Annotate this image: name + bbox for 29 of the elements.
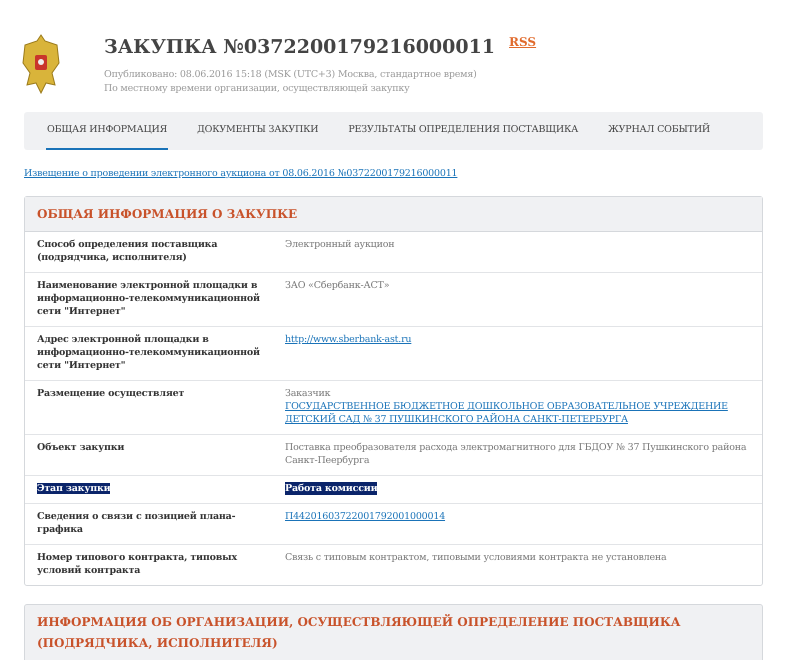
notice-link[interactable]: Извещение о проведении электронного аукциона от 08.06.2016 №0372200179216000011 (24, 168, 458, 179)
field-value: Электронный аукцион (285, 238, 394, 251)
value-link[interactable]: http://www.sberbank-ast.ru (285, 333, 412, 346)
field-value: Связь с типовым контрактом, типовыми условиями контракта не установлена (285, 551, 667, 564)
section-title: ОБЩАЯ ИНФОРМАЦИЯ О ЗАКУПКЕ (37, 206, 298, 223)
timezone-note: По местному времени организации, осуществляющей закупку (104, 82, 411, 96)
field-label: Сведения о связи с позицией плана-графика (37, 511, 236, 535)
eagle-emblem-icon (22, 33, 60, 95)
value-link[interactable]: П44201603722001792001000014 (285, 510, 446, 523)
field-value: Заказчик (285, 387, 330, 400)
rss-link[interactable]: RSS (509, 33, 536, 51)
value-link[interactable]: ГОСУДАРСТВЕННОЕ БЮДЖЕТНОЕ ДОШКОЛЬНОЕ ОБРАЗОВАТЕЛЬНОЕ УЧРЕЖДЕНИЕ ДЕТСКИЙ САД № 37 ПУШКИНСКОГО РАЙОНА САНКТ-ПЕТЕРБУРГА (285, 400, 750, 426)
field-value: Поставка преобразователя расхода электромагнитного для ГБДОУ № 37 Пушкинского района Санкт-Пеербурга (285, 441, 748, 467)
tab[interactable]: ЖУРНАЛ СОБЫТИЙ (607, 112, 711, 150)
published-date: Опубликовано: 08.06.2016 15:18 (MSK (UTC+3) Москва, стандартное время) (104, 68, 478, 82)
tab[interactable]: РЕЗУЛЬТАТЫ ОПРЕДЕЛЕНИЯ ПОСТАВЩИКА (347, 112, 580, 150)
field-label: Адрес электронной площадки в информационно-телекоммуникационной сети "Интернет" (37, 334, 260, 371)
tab[interactable]: ОБЩАЯ ИНФОРМАЦИЯ (46, 112, 168, 150)
field-label: Этап закупки (37, 483, 110, 494)
field-value: Работа комиссии (285, 482, 378, 495)
field-label: Наименование электронной площадки в информационно-телекоммуникационной сети "Интернет" (37, 280, 260, 317)
tab[interactable]: ДОКУМЕНТЫ ЗАКУПКИ (196, 112, 320, 150)
section-title: ИНФОРМАЦИЯ ОБ ОРГАНИЗАЦИИ, ОСУЩЕСТВЛЯЮЩЕЙ ОПРЕДЕЛЕНИЕ ПОСТАВЩИКА (ПОДРЯДЧИКА, ИСПОЛНИТЕЛЯ) (37, 615, 681, 650)
field-value: ЗАО «Сбербанк-АСТ» (285, 279, 390, 292)
field-label: Номер типового контракта, типовых условий контракта (37, 552, 237, 576)
field-label: Объект закупки (37, 442, 124, 453)
page-title: ЗАКУПКА №0372200179216000011 (104, 35, 496, 60)
field-label: Размещение осуществляет (37, 388, 184, 399)
field-label: Способ определения поставщика (подрядчика, исполнителя) (37, 239, 218, 263)
